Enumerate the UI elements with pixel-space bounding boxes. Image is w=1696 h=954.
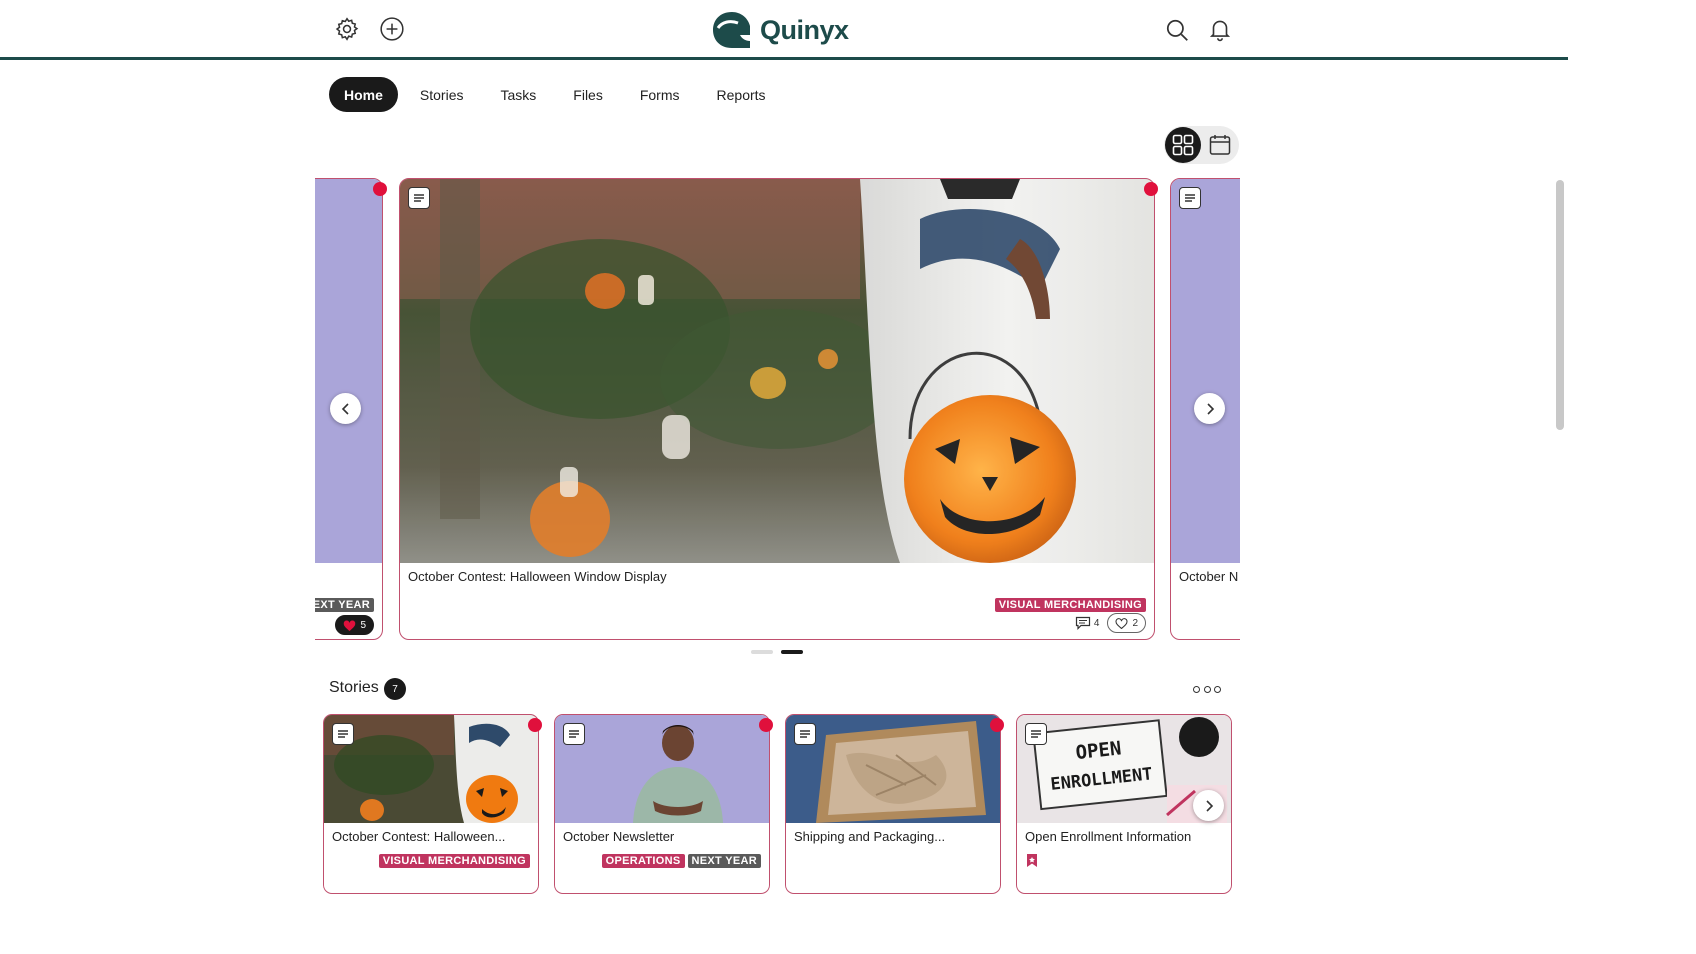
bell-icon[interactable] (1206, 15, 1234, 43)
story-tag: VISUAL MERCHANDISING (378, 854, 530, 868)
brand-logo[interactable]: Quinyx (712, 10, 849, 50)
unread-dot (1144, 182, 1158, 196)
featured-carousel: NEXT YEAR 5 (315, 178, 1240, 642)
comment-count[interactable]: 4 (1075, 616, 1100, 630)
story-type-icon (1179, 187, 1201, 209)
story-tag: NEXT YEAR (687, 854, 761, 868)
more-options-button[interactable] (1193, 682, 1221, 696)
gear-icon[interactable] (333, 15, 361, 43)
comment-icon (1075, 616, 1090, 630)
search-icon[interactable] (1163, 16, 1191, 44)
tab-reports[interactable]: Reports (702, 77, 781, 112)
story-type-icon (408, 187, 430, 209)
like-button[interactable]: 5 (335, 615, 374, 635)
card-image (1171, 179, 1240, 563)
unread-dot (373, 182, 387, 196)
calendar-view-button[interactable] (1202, 127, 1238, 163)
heart-icon (344, 620, 356, 631)
card-image (400, 179, 1154, 563)
card-tag: NEXT YEAR (315, 598, 374, 612)
tab-tasks[interactable]: Tasks (485, 77, 551, 112)
unread-dot (759, 718, 773, 732)
story-card[interactable]: Shipping and Packaging... (785, 714, 1001, 894)
story-title: October Newsletter (563, 829, 675, 844)
story-title: Open Enrollment Information (1025, 829, 1192, 844)
story-type-icon (563, 723, 585, 745)
chevron-right-icon (1206, 402, 1214, 415)
view-toggle (1164, 126, 1239, 164)
tab-stories[interactable]: Stories (405, 77, 479, 112)
story-type-icon (332, 723, 354, 745)
page-scrollbar[interactable] (1556, 180, 1564, 430)
bookmark-icon[interactable] (1026, 853, 1038, 873)
story-title: October Contest: Halloween... (332, 829, 506, 844)
chevron-right-icon (1205, 799, 1213, 812)
stories-next-button[interactable] (1193, 790, 1224, 821)
tab-files[interactable]: Files (558, 77, 618, 112)
grid-view-button[interactable] (1165, 127, 1201, 163)
plus-circle-icon[interactable] (378, 15, 406, 43)
story-image (786, 715, 1000, 823)
unread-dot (528, 718, 542, 732)
card-title: October N (1179, 569, 1239, 584)
brand-name: Quinyx (760, 14, 849, 45)
story-type-icon (794, 723, 816, 745)
tab-forms[interactable]: Forms (625, 77, 695, 112)
top-bar: Quinyx (0, 0, 1568, 60)
tab-home[interactable]: Home (329, 77, 398, 112)
stories-count-badge: 7 (384, 678, 406, 700)
card-tag: VISUAL MERCHANDISING (994, 598, 1146, 612)
carousel-card-main[interactable]: October Contest: Halloween Window Displa… (399, 178, 1155, 640)
card-image (315, 179, 382, 563)
unread-dot (990, 718, 1004, 732)
comment-count-value: 4 (1093, 617, 1100, 629)
heart-outline-icon (1115, 617, 1128, 629)
story-card[interactable]: October Newsletter OPERATIONS NEXT YEAR (554, 714, 770, 894)
carousel-page-1[interactable] (751, 650, 773, 654)
card-title: October Contest: Halloween Window Displa… (408, 569, 667, 584)
story-image (555, 715, 769, 823)
section-title-stories: Stories (329, 679, 379, 696)
main-nav: Home Stories Tasks Files Forms Reports (329, 77, 788, 112)
story-type-icon (1025, 723, 1047, 745)
like-count: 2 (1132, 617, 1138, 629)
story-card[interactable]: October Contest: Halloween... VISUAL MER… (323, 714, 539, 894)
quinyx-logo-icon (713, 12, 750, 48)
calendar-icon (1209, 135, 1231, 155)
like-count: 5 (360, 619, 366, 631)
grid-icon (1172, 134, 1194, 156)
story-title: Shipping and Packaging... (794, 829, 946, 844)
carousel-next-button[interactable] (1194, 393, 1225, 424)
story-image (324, 715, 538, 823)
chevron-left-icon (341, 402, 349, 415)
carousel-page-2[interactable] (781, 650, 803, 654)
story-tag: OPERATIONS (601, 854, 685, 868)
like-button[interactable]: 2 (1107, 613, 1146, 633)
carousel-prev-button[interactable] (330, 393, 361, 424)
